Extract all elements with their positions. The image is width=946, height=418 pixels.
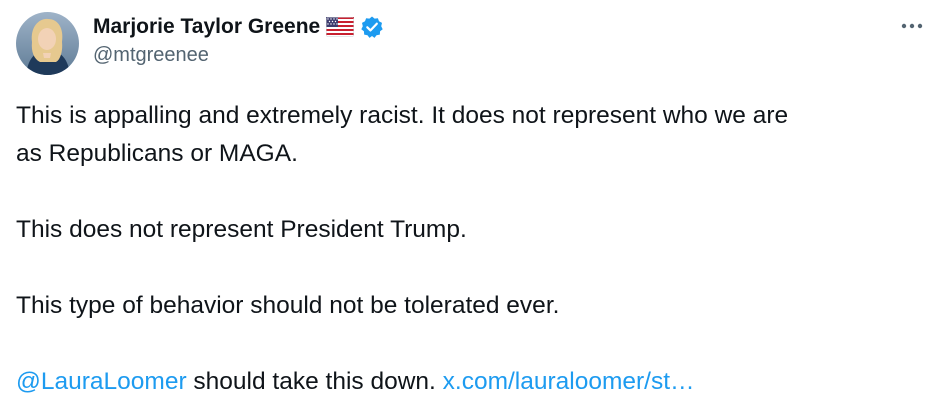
us-flag-icon	[326, 17, 355, 37]
avatar[interactable]	[16, 12, 79, 75]
avatar-image	[16, 12, 79, 75]
mention-link[interactable]: @LauraLoomer	[16, 368, 187, 395]
tweet-line-2: as Republicans or MAGA.	[16, 140, 298, 167]
author-name-row: Marjorie Taylor Greene	[93, 13, 384, 41]
more-options-icon[interactable]	[898, 12, 926, 40]
tweet-body: This is appalling and extremely racist. …	[16, 97, 926, 401]
tweet-line-3: This does not represent President Trump.	[16, 216, 467, 243]
tweet-card: Marjorie Taylor Greene @mtgreenee This i…	[0, 0, 946, 418]
tweet-line-5-text: should take this down.	[186, 368, 443, 395]
url-link[interactable]: x.com/lauraloomer/st…	[443, 368, 695, 395]
tweet-line-1: This is appalling and extremely racist. …	[16, 102, 789, 129]
author-display-name[interactable]: Marjorie Taylor Greene	[93, 15, 320, 39]
author-handle[interactable]: @mtgreenee	[93, 44, 209, 67]
tweet-line-5: @LauraLoomer should take this down. x.co…	[16, 363, 926, 401]
verified-badge-icon[interactable]	[360, 15, 384, 39]
tweet-line-4: This type of behavior should not be tole…	[16, 292, 560, 319]
